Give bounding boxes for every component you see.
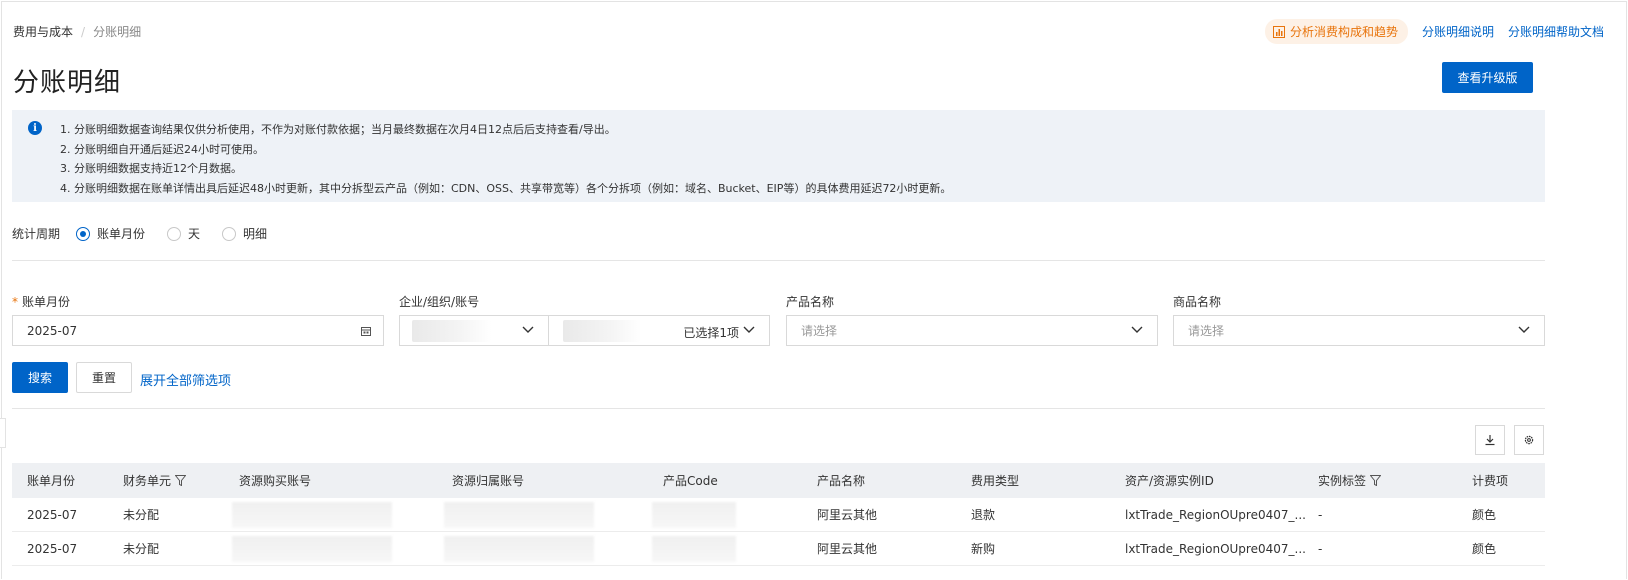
billing-month-picker[interactable]: 2025-07 — [12, 315, 384, 346]
settings-button[interactable] — [1514, 425, 1544, 455]
table-row[interactable]: 2025-07 未分配 阿里云其他 退款 lxtTrade_RegionOUpr… — [12, 498, 1545, 532]
commodity-name-label: 商品名称 — [1173, 295, 1222, 309]
radio-icon[interactable] — [222, 226, 237, 241]
table-row[interactable]: 2025-07 未分配 阿里云其他 新购 lxtTrade_RegionOUpr… — [12, 532, 1545, 566]
breadcrumb-root[interactable]: 费用与成本 — [13, 23, 73, 40]
instance-id-link[interactable]: lxtTrade_RegionOUpre0407_... — [1125, 498, 1306, 531]
billing-month-label: * 账单月份 — [12, 295, 71, 309]
download-button[interactable] — [1475, 425, 1505, 455]
redacted-value — [232, 536, 392, 562]
period-option-detail[interactable]: 明细 — [222, 225, 267, 242]
redacted-value — [563, 319, 641, 342]
filter-icon[interactable] — [1370, 475, 1382, 486]
period-label: 统计周期 — [12, 227, 61, 241]
upgrade-button[interactable]: 查看升级版 — [1442, 62, 1533, 93]
col-instance-id: 资产/资源实例ID — [1125, 474, 1214, 488]
redacted-value — [444, 536, 594, 562]
notice-box: i 1. 分账明细数据查询结果仅供分析使用，不作为对账付款依据；当月最终数据在次… — [12, 110, 1545, 202]
chevron-down-icon — [743, 326, 755, 333]
col-owner-account: 资源归属账号 — [452, 474, 525, 488]
radio-icon[interactable] — [167, 226, 182, 241]
analyze-consumption-link[interactable]: 分析消费构成和趋势 — [1264, 19, 1408, 44]
period-selector: 统计周期 账单月份 天 明细 — [12, 225, 289, 242]
redacted-value — [652, 502, 736, 528]
filter-icon[interactable] — [175, 475, 187, 486]
download-icon — [1485, 435, 1495, 446]
redacted-value — [652, 536, 736, 562]
analyze-label: 分析消费构成和趋势 — [1289, 25, 1398, 39]
account-label: 企业/组织/账号 — [399, 295, 480, 309]
help-doc-link[interactable]: 分账明细帮助文档 — [1508, 23, 1604, 40]
chevron-down-icon — [522, 326, 534, 333]
divider — [12, 260, 1545, 261]
chevron-down-icon — [1518, 326, 1530, 333]
col-billing-item: 计费项 — [1472, 474, 1509, 488]
top-links: 分析消费构成和趋势 分账明细说明 分账明细帮助文档 — [1264, 19, 1604, 44]
col-instance-tag[interactable]: 实例标签 — [1318, 463, 1382, 498]
commodity-name-select[interactable]: 请选择 — [1173, 315, 1545, 346]
calendar-icon — [361, 327, 371, 336]
gear-icon — [1524, 435, 1534, 445]
account-type-select[interactable] — [399, 315, 549, 346]
radio-checked-icon[interactable] — [76, 226, 91, 241]
breadcrumb-separator: / — [81, 24, 86, 39]
col-product-name: 产品名称 — [817, 474, 866, 488]
side-collapse-handle[interactable] — [0, 418, 6, 448]
search-button[interactable]: 搜索 — [12, 362, 68, 393]
expand-filters-link[interactable]: 展开全部筛选项 — [140, 370, 231, 389]
billing-detail-table: 账单月份 财务单元 资源购买账号 资源归属账号 产品Code 产品名称 费用类型… — [12, 463, 1545, 566]
chevron-down-icon — [1131, 326, 1143, 333]
account-multiselect[interactable]: 已选择1项 — [548, 315, 770, 346]
reset-button[interactable]: 重置 — [76, 362, 132, 393]
period-option-day[interactable]: 天 — [167, 225, 200, 242]
product-name-select[interactable]: 请选择 — [786, 315, 1158, 346]
col-finance-unit[interactable]: 财务单元 — [123, 463, 187, 498]
period-option-month[interactable]: 账单月份 — [76, 225, 145, 242]
col-product-code: 产品Code — [663, 474, 718, 488]
notice-line-3: 3. 分账明细数据支持近12个月数据。 — [60, 162, 242, 175]
redacted-value — [412, 319, 492, 342]
col-purchase-account: 资源购买账号 — [239, 474, 312, 488]
explain-link[interactable]: 分账明细说明 — [1422, 23, 1494, 40]
redacted-value — [232, 502, 392, 528]
divider — [12, 408, 1545, 409]
breadcrumb: 费用与成本 / 分账明细 — [13, 23, 141, 40]
col-fee-type: 费用类型 — [971, 474, 1020, 488]
instance-id-link[interactable]: lxtTrade_RegionOUpre0407_... — [1125, 532, 1306, 565]
product-name-label: 产品名称 — [786, 295, 835, 309]
notice-line-2: 2. 分账明细自开通后延迟24小时可使用。 — [60, 142, 264, 156]
notice-line-4: 4. 分账明细数据在账单详情出具后延迟48小时更新，其中分拆型云产品（例如：CD… — [60, 181, 952, 195]
info-icon: i — [28, 121, 42, 135]
page-title: 分账明细 — [13, 68, 122, 98]
redacted-value — [444, 502, 594, 528]
account-selected-count: 已选择1项 — [683, 326, 739, 340]
chart-icon — [1272, 25, 1285, 38]
breadcrumb-current: 分账明细 — [93, 25, 142, 39]
col-billing-month: 账单月份 — [27, 474, 76, 488]
notice-line-1: 1. 分账明细数据查询结果仅供分析使用，不作为对账付款依据；当月最终数据在次月4… — [60, 123, 616, 136]
table-header: 账单月份 财务单元 资源购买账号 资源归属账号 产品Code 产品名称 费用类型… — [12, 463, 1545, 498]
